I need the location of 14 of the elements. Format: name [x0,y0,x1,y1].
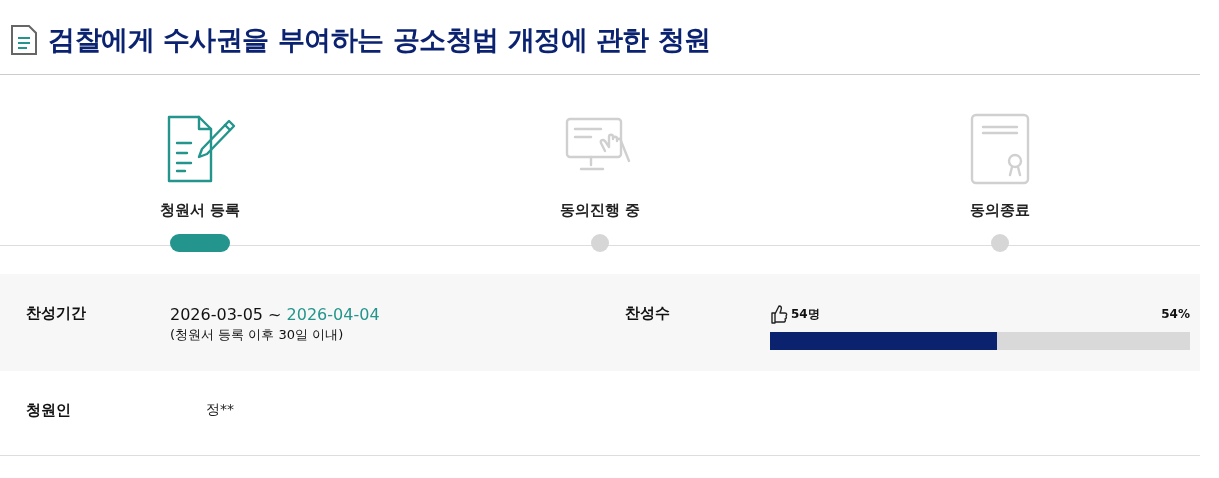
support-percent: 54% [1161,307,1190,321]
field-label: 찬성수 [625,304,671,324]
period-note: (청원서 등록 이후 30일 이내) [170,325,345,344]
document-icon [10,24,38,56]
field-label: 청원인 [26,401,72,421]
step-label: 동의종료 [970,201,1030,220]
field-label: 찬성기간 [26,304,87,324]
step-label: 청원서 등록 [159,201,241,220]
petitioner-name: 정** [206,401,235,419]
support-count: 54명 [791,305,820,323]
thumbs-up-icon [770,304,788,324]
period-dates: 2026-03-05 ~ 2026-04-04 [170,304,381,326]
step-label: 동의진행 중 [559,201,641,220]
page-title: 검찰에게 수사권을 부여하는 공소청법 개정에 관한 청원 [48,23,711,57]
